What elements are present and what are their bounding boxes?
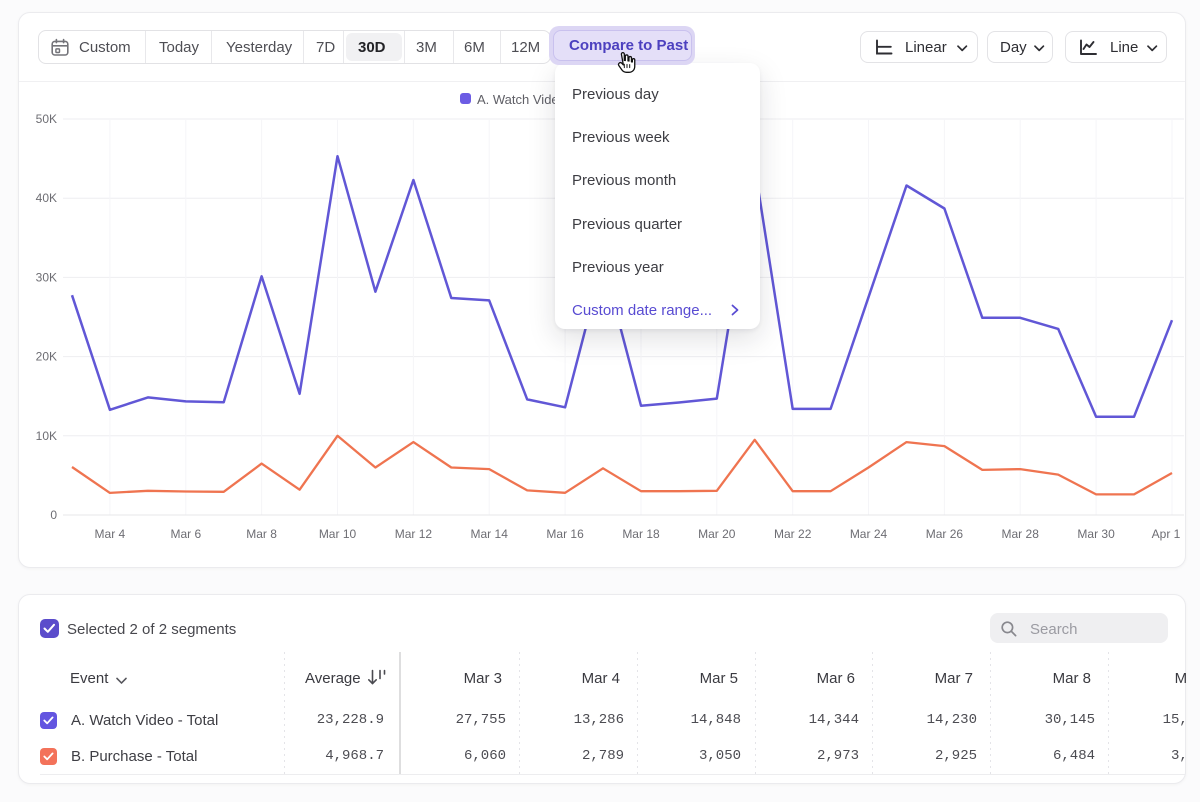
svg-text:Mar 12: Mar 12 <box>395 527 433 541</box>
svg-text:Mar 18: Mar 18 <box>622 527 660 541</box>
svg-text:Mar 26: Mar 26 <box>926 527 964 541</box>
svg-text:40K: 40K <box>36 191 57 205</box>
svg-text:0: 0 <box>50 508 57 522</box>
svg-text:Apr 1: Apr 1 <box>1152 527 1181 541</box>
svg-text:Mar 28: Mar 28 <box>1002 527 1040 541</box>
svg-text:50K: 50K <box>36 112 57 126</box>
svg-text:Mar 8: Mar 8 <box>246 527 277 541</box>
svg-text:Mar 20: Mar 20 <box>698 527 736 541</box>
svg-text:Mar 30: Mar 30 <box>1077 527 1115 541</box>
svg-text:Mar 22: Mar 22 <box>774 527 812 541</box>
svg-text:10K: 10K <box>36 429 57 443</box>
svg-text:Mar 10: Mar 10 <box>319 527 357 541</box>
svg-text:30K: 30K <box>36 270 57 284</box>
svg-text:20K: 20K <box>36 350 57 364</box>
svg-text:Mar 16: Mar 16 <box>546 527 584 541</box>
svg-text:Mar 4: Mar 4 <box>95 527 126 541</box>
svg-text:Mar 24: Mar 24 <box>850 527 888 541</box>
svg-text:Mar 6: Mar 6 <box>170 527 201 541</box>
svg-text:Mar 14: Mar 14 <box>471 527 509 541</box>
